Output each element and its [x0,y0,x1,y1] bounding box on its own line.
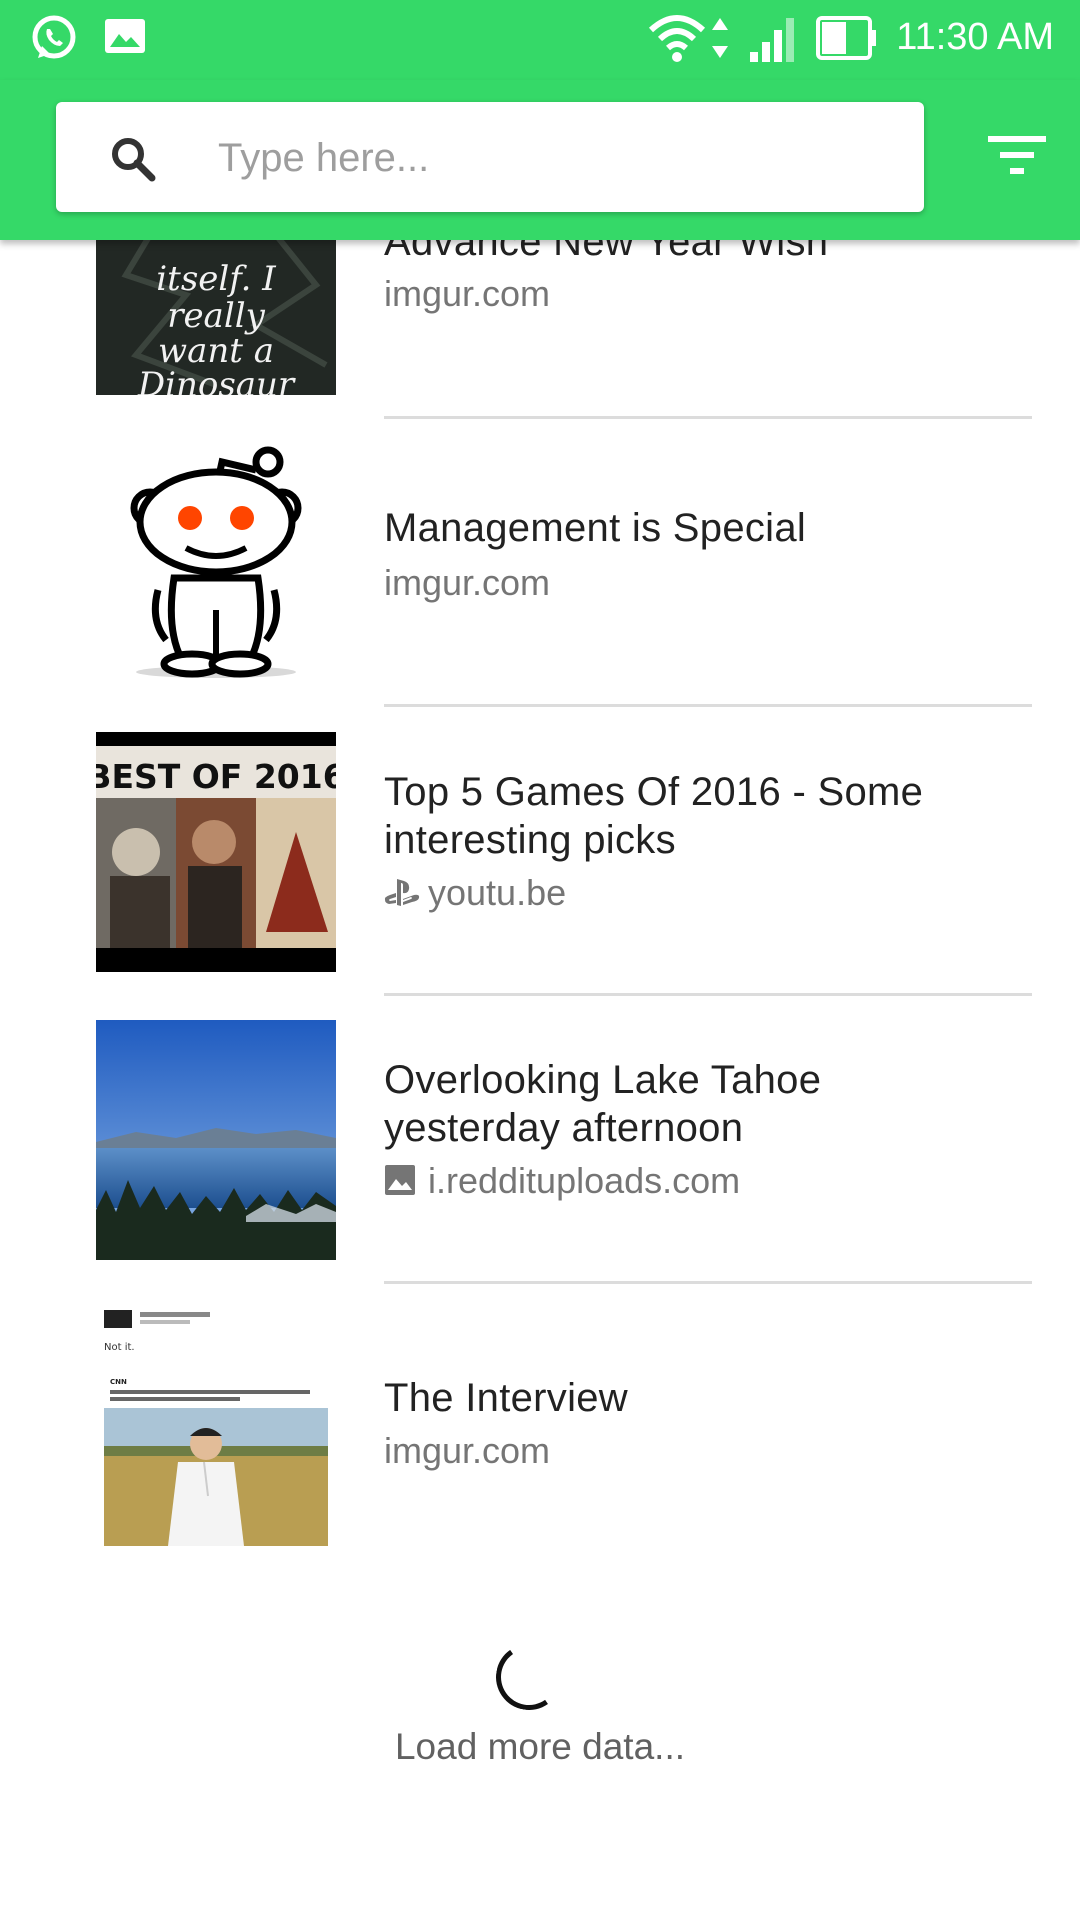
battery-icon [816,16,878,65]
signal-icon [748,14,802,69]
image-icon [104,18,146,59]
loading-spinner [490,1638,568,1716]
post-source-text: imgur.com [384,562,551,603]
search-box[interactable] [56,102,924,212]
filter-icon[interactable] [988,134,1046,181]
divider [384,416,1032,419]
post-source-text: i.reddituploads.com [428,1160,741,1201]
post-source-text: imgur.com [384,1430,551,1471]
thumb-text-2: CNN [110,1378,127,1386]
status-time: 11:30 AM [896,16,1054,58]
post-thumbnail [96,1020,336,1260]
reddit-alien-icon [96,440,336,680]
thumb-text: BEST OF 2016 [96,757,336,796]
list-item[interactable]: Overlooking Lake Tahoe yesterday afterno… [0,996,1080,1284]
thumb-text-1: itself. I [156,259,276,299]
post-source: youtu.be [384,872,566,914]
post-source-text: youtu.be [428,872,567,913]
app-toolbar [0,80,1080,240]
wifi-icon [648,12,706,69]
whatsapp-icon [28,12,80,69]
post-list: itself. I really want a Dinosaur Advance… [0,0,1080,1920]
data-arrows-icon [710,16,730,65]
post-source: imgur.com [384,1430,550,1472]
search-input[interactable] [216,122,900,194]
post-source: imgur.com [384,273,550,315]
post-source: i.reddituploads.com [384,1160,740,1202]
status-bar: 11:30 AM [0,0,1080,80]
post-title: Management is Special [384,506,807,550]
post-thumbnail: Not it. CNN [96,1306,336,1546]
list-item[interactable]: Management is Special imgur.com [0,420,1080,708]
playstation-icon [384,875,420,911]
post-title: Overlooking Lake Tahoe yesterday afterno… [384,1058,822,1150]
thumb-text-4: Dinosaur [137,365,296,395]
post-thumbnail: BEST OF 2016 [96,732,336,972]
list-item[interactable]: BEST OF 2016 Top 5 Games Of 2016 - Some … [0,708,1080,996]
thumb-text-2: really [167,296,265,336]
post-title: Top 5 Games Of 2016 - Some interesting p… [384,770,924,862]
post-title: The Interview [384,1376,628,1420]
list-item[interactable]: Not it. CNN The Interview imgur.com [0,1284,1080,1572]
image-icon [384,1163,420,1199]
post-source: imgur.com [384,562,550,604]
search-icon[interactable] [108,134,158,189]
divider [384,704,1032,707]
post-source-text: imgur.com [384,273,551,314]
load-more-text: Load more data... [394,1726,686,1767]
thumb-text-1: Not it. [104,1342,135,1353]
